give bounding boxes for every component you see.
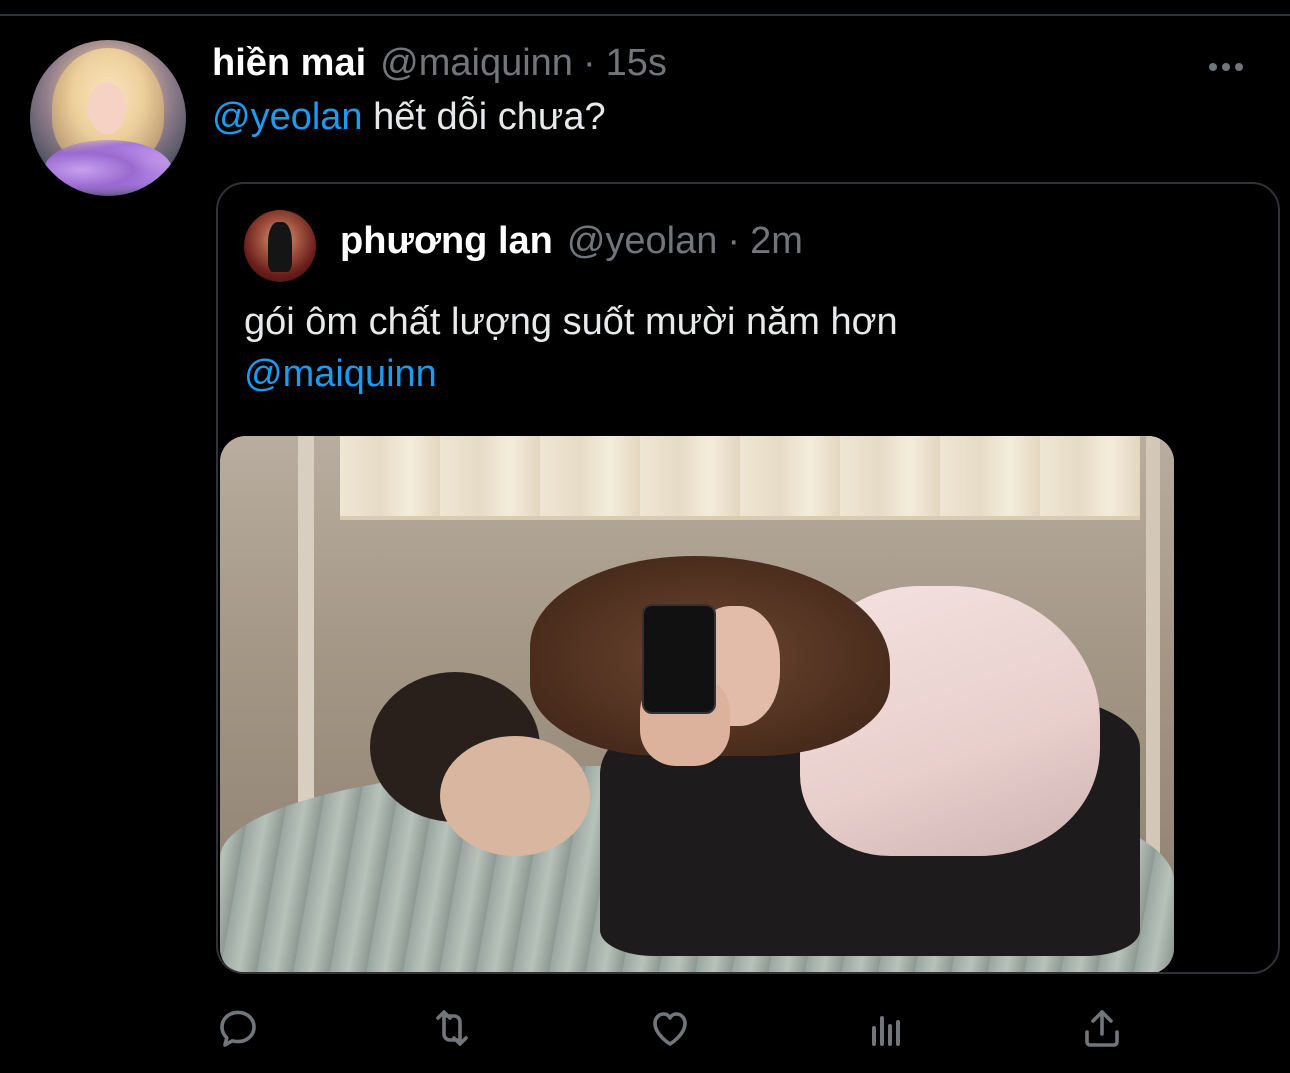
tweet-timestamp[interactable]: 15s [606,42,667,85]
separator-dot: · [727,220,741,262]
author-display-name[interactable]: hiền mai [212,42,366,85]
quoted-tweet-text: gói ôm chất lượng suốt mười năm hơn @mai… [244,296,1244,400]
avatar-face [88,82,126,134]
author-handle[interactable]: @maiquinn [380,42,573,85]
author-avatar[interactable] [30,40,186,196]
quoted-timestamp: 2m [750,220,803,262]
photo-phone [642,604,716,714]
quoted-display-name: phương lan [340,220,553,262]
separator-dot: · [582,42,596,84]
tweet-header: hiền mai @maiquinn · 15s [212,42,667,92]
quoted-author-avatar[interactable] [244,210,316,282]
retweet-icon[interactable] [428,1004,476,1052]
more-icon[interactable] [1198,52,1254,82]
quoted-tweet-photo[interactable] [220,436,1174,972]
tweet-body: hết dỗi chưa? [362,96,606,138]
more-dot [1222,63,1230,71]
quoted-tweet-card[interactable]: phương lan @yeolan · 2m gói ôm chất lượn… [216,182,1280,974]
avatar-figure [268,222,292,272]
more-dot [1209,63,1217,71]
quoted-body: gói ôm chất lượng suốt mười năm hơn [244,301,898,343]
mention-link[interactable]: @yeolan [212,96,363,138]
reply-icon[interactable] [214,1004,262,1052]
analytics-icon[interactable] [862,1004,910,1052]
photo-person-face [440,736,590,856]
photo-curtain [340,436,1140,520]
avatar-flower [44,140,172,196]
share-icon[interactable] [1078,1004,1126,1052]
top-divider [0,14,1290,16]
quoted-mention-link[interactable]: @maiquinn [244,348,1244,400]
like-icon[interactable] [646,1004,694,1052]
quoted-handle: @yeolan [566,220,718,262]
more-dot [1235,63,1243,71]
tweet-actions [0,996,1290,1066]
tweet-text: @yeolan hết dỗi chưa? [212,96,606,139]
quoted-tweet-header: phương lan @yeolan · 2m [340,220,803,263]
